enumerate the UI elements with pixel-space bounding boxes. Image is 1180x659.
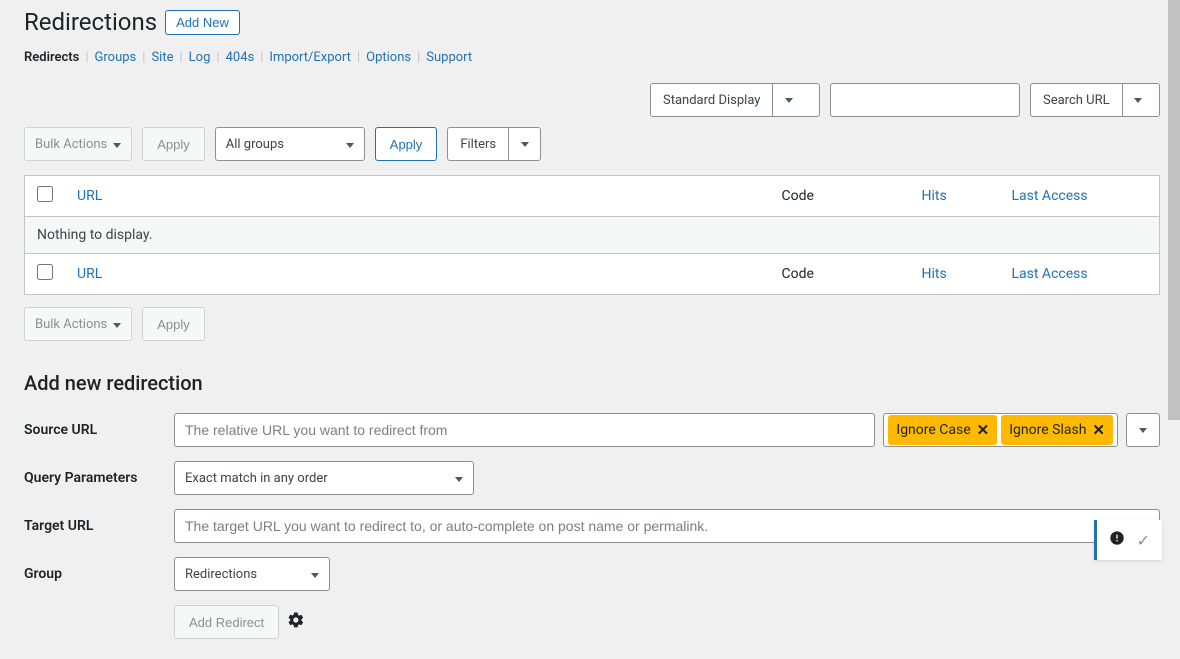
- group-filter-select[interactable]: All groups: [215, 127, 365, 161]
- search-type-label: Search URL: [1031, 84, 1122, 116]
- empty-message: Nothing to display.: [25, 217, 1160, 254]
- filters-label: Filters: [448, 128, 508, 160]
- col-hits[interactable]: Hits: [910, 176, 1000, 217]
- tab-log[interactable]: Log: [189, 50, 211, 65]
- display-mode-label: Standard Display: [651, 84, 772, 116]
- apply-button[interactable]: Apply: [142, 127, 205, 161]
- col-code-footer: Code: [770, 254, 910, 295]
- tab-bar: Redirects| Groups| Site| Log| 404s| Impo…: [24, 50, 1160, 65]
- col-code: Code: [770, 176, 910, 217]
- redirects-table: URL Code Hits Last Access Nothing to dis…: [24, 175, 1160, 295]
- chevron-down-icon: [113, 137, 121, 152]
- tab-redirects[interactable]: Redirects: [24, 50, 79, 65]
- chevron-down-icon: [346, 137, 354, 152]
- gear-icon[interactable]: [287, 611, 305, 633]
- chevron-down-icon: [455, 471, 463, 486]
- search-input[interactable]: [830, 83, 1020, 117]
- chevron-down-icon: [113, 317, 121, 332]
- chevron-down-icon: [508, 128, 540, 160]
- scrollbar[interactable]: [1168, 0, 1180, 578]
- col-url[interactable]: URL: [65, 176, 770, 217]
- group-value: Redirections: [185, 567, 257, 582]
- ignore-slash-chip[interactable]: Ignore Slash ✕: [1001, 415, 1113, 445]
- display-mode-select[interactable]: Standard Display: [650, 83, 820, 117]
- source-url-input[interactable]: [174, 413, 875, 447]
- chevron-down-icon: [772, 84, 804, 116]
- select-all-checkbox[interactable]: [37, 186, 53, 202]
- tab-import-export[interactable]: Import/Export: [269, 50, 351, 65]
- alert-icon: [1109, 530, 1125, 550]
- query-params-select[interactable]: Exact match in any order: [174, 461, 474, 495]
- source-url-label: Source URL: [24, 422, 174, 438]
- apply-button-bottom[interactable]: Apply: [142, 307, 205, 341]
- bulk-actions-select[interactable]: Bulk Actions: [24, 127, 132, 161]
- apply-filter-button[interactable]: Apply: [375, 127, 438, 161]
- tab-groups[interactable]: Groups: [95, 50, 137, 65]
- page-title: Redirections: [24, 8, 157, 36]
- close-icon[interactable]: ✕: [1092, 421, 1105, 439]
- check-icon: ✓: [1137, 531, 1150, 550]
- col-last-access[interactable]: Last Access: [1000, 176, 1160, 217]
- filters-select[interactable]: Filters: [447, 127, 541, 161]
- col-url-footer[interactable]: URL: [65, 254, 770, 295]
- target-url-input[interactable]: [174, 509, 1160, 543]
- col-last-access-footer[interactable]: Last Access: [1000, 254, 1160, 295]
- target-url-label: Target URL: [24, 518, 174, 534]
- query-params-label: Query Parameters: [24, 470, 174, 486]
- query-params-value: Exact match in any order: [185, 471, 328, 486]
- chevron-down-icon: [311, 567, 319, 582]
- group-filter-label: All groups: [226, 137, 284, 152]
- col-hits-footer[interactable]: Hits: [910, 254, 1000, 295]
- status-widget[interactable]: ✓: [1094, 520, 1162, 560]
- source-flags-container: Ignore Case ✕ Ignore Slash ✕: [883, 413, 1118, 447]
- tab-site[interactable]: Site: [151, 50, 173, 65]
- tab-options[interactable]: Options: [366, 50, 411, 65]
- chevron-down-icon: [1122, 84, 1154, 116]
- scrollbar-thumb[interactable]: [1168, 0, 1180, 420]
- close-icon[interactable]: ✕: [977, 421, 990, 439]
- add-new-button[interactable]: Add New: [165, 10, 240, 35]
- bulk-actions-select-bottom[interactable]: Bulk Actions: [24, 307, 132, 341]
- group-label: Group: [24, 566, 174, 582]
- search-type-select[interactable]: Search URL: [1030, 83, 1160, 117]
- source-flags-dropdown[interactable]: [1126, 413, 1160, 447]
- select-all-checkbox-bottom[interactable]: [37, 264, 53, 280]
- bulk-actions-label: Bulk Actions: [35, 137, 107, 152]
- ignore-case-chip[interactable]: Ignore Case ✕: [888, 415, 997, 445]
- tab-support[interactable]: Support: [426, 50, 472, 65]
- add-redirect-button[interactable]: Add Redirect: [174, 605, 279, 639]
- bulk-actions-label: Bulk Actions: [35, 317, 107, 332]
- group-select[interactable]: Redirections: [174, 557, 330, 591]
- tab-404s[interactable]: 404s: [226, 50, 255, 65]
- form-heading: Add new redirection: [24, 371, 1160, 395]
